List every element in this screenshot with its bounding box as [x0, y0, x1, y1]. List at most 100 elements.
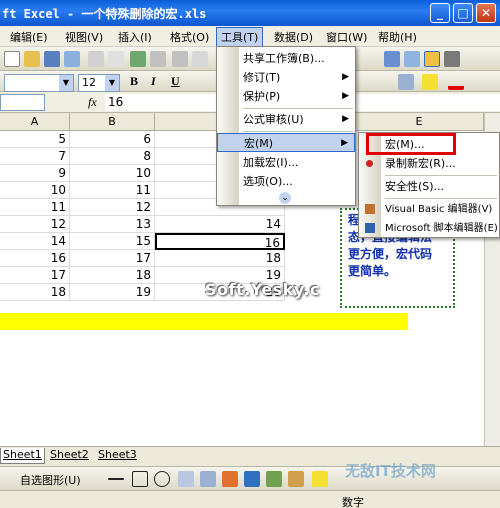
menu-item-label: 加载宏(I)... [243, 156, 299, 169]
fill-color-icon[interactable] [312, 471, 328, 487]
column-header-b[interactable]: B [70, 113, 155, 131]
record-icon [366, 160, 373, 167]
column-header-e[interactable]: E [355, 113, 484, 131]
camera-icon[interactable] [444, 51, 460, 67]
table-cell[interactable]: 7 [0, 148, 70, 165]
table-cell[interactable]: 16 [0, 250, 70, 267]
menu-item-script-editor[interactable]: Microsoft 脚本编辑器(E) [359, 219, 499, 238]
vertical-textbox-icon[interactable] [200, 471, 216, 487]
table-cell[interactable]: 12 [0, 216, 70, 233]
menu-item-label: Microsoft 脚本编辑器(E) [385, 223, 498, 234]
tab-sheet3[interactable]: Sheet3 [96, 448, 139, 464]
note-line: 更简单。 [348, 264, 397, 278]
font-color-icon[interactable] [448, 74, 464, 90]
underline-button[interactable]: U [171, 74, 180, 89]
table-cell[interactable]: 12 [70, 199, 155, 216]
macro-security-icon[interactable] [424, 51, 440, 67]
menu-help[interactable]: 帮助(H) [378, 29, 417, 45]
maximize-button[interactable]: □ [453, 3, 473, 23]
table-cell[interactable]: 17 [70, 250, 155, 267]
menu-item-share-workbook[interactable]: 共享工作簿(B)... [217, 49, 355, 68]
autoshapes-button[interactable]: 自选图形(U) [20, 472, 81, 488]
research-icon[interactable] [150, 51, 166, 67]
menu-view[interactable]: 视图(V) [65, 29, 103, 45]
borders-icon[interactable] [398, 74, 414, 90]
table-cell[interactable]: 18 [155, 250, 285, 267]
menu-data[interactable]: 数据(D) [274, 29, 313, 45]
table-cell[interactable]: 10 [70, 165, 155, 182]
menu-insert[interactable]: 插入(I) [118, 29, 152, 45]
title-bar: ft Excel - 一个特殊删除的宏.xls _ □ ✕ [0, 0, 500, 26]
table-cell[interactable]: 14 [155, 216, 285, 233]
chevron-down-icon: ▼ [105, 75, 119, 91]
table-cell[interactable]: 19 [70, 284, 155, 301]
copy-icon[interactable] [192, 51, 208, 67]
menu-item-protection[interactable]: 保护(P) ▶ [217, 87, 355, 106]
menu-item-record-macro[interactable]: 录制新宏(R)... [359, 154, 499, 173]
font-size-combo[interactable]: 12 ▼ [78, 74, 120, 92]
tab-sheet2[interactable]: Sheet2 [48, 448, 91, 464]
italic-button[interactable]: I [151, 74, 156, 89]
fx-icon[interactable]: fx [88, 95, 97, 110]
minimize-button[interactable]: _ [430, 3, 450, 23]
menu-format[interactable]: 格式(O) [170, 29, 209, 45]
table-cell[interactable]: 17 [0, 267, 70, 284]
table-cell[interactable]: 5 [0, 131, 70, 148]
window-title: ft Excel - 一个特殊删除的宏.xls [2, 7, 207, 21]
fill-color-icon[interactable] [422, 74, 438, 90]
table-cell[interactable]: 13 [70, 216, 155, 233]
open-icon[interactable] [24, 51, 40, 67]
expand-icon[interactable]: ⌄ [279, 192, 291, 204]
tab-sheet1[interactable]: Sheet1 [0, 448, 45, 464]
close-button[interactable]: ✕ [476, 3, 496, 23]
menu-window[interactable]: 窗口(W) [326, 29, 367, 45]
print-preview-icon[interactable] [108, 51, 124, 67]
annotation-highlight-box [366, 133, 456, 155]
wordart-icon[interactable] [222, 471, 238, 487]
table-cell[interactable]: 16 [155, 233, 285, 250]
permission-icon[interactable] [64, 51, 80, 67]
table-cell[interactable]: 14 [0, 233, 70, 250]
chart-wizard-icon[interactable] [384, 51, 400, 67]
vb-editor-icon [365, 204, 375, 214]
table-cell[interactable]: 11 [70, 182, 155, 199]
menu-item-macro[interactable]: 宏(M) ▶ [217, 133, 355, 152]
cut-icon[interactable] [172, 51, 188, 67]
menu-item-security[interactable]: 安全性(S)... [359, 177, 499, 196]
textbox-icon[interactable] [178, 471, 194, 487]
menu-item-label: 公式审核(U) [243, 113, 304, 126]
spelling-icon[interactable] [130, 51, 146, 67]
table-cell[interactable]: 6 [70, 131, 155, 148]
oval-icon[interactable] [154, 471, 170, 487]
menu-item-formula-auditing[interactable]: 公式审核(U) ▶ [217, 110, 355, 129]
print-icon[interactable] [88, 51, 104, 67]
table-cell[interactable]: 11 [0, 199, 70, 216]
column-header-a-label[interactable]: A [0, 113, 70, 131]
menu-item-track-changes[interactable]: 修订(T) ▶ [217, 68, 355, 87]
menu-item-addins[interactable]: 加载宏(I)... [217, 153, 355, 172]
font-name-combo[interactable]: ▼ [4, 74, 74, 92]
table-cell[interactable]: 15 [70, 233, 155, 250]
drawing-icon[interactable] [404, 51, 420, 67]
menu-item-options[interactable]: 选项(O)... [217, 172, 355, 191]
name-box[interactable] [0, 94, 45, 111]
line-icon[interactable] [108, 478, 124, 480]
save-icon[interactable] [44, 51, 60, 67]
table-cell[interactable]: 9 [0, 165, 70, 182]
status-bar: 数字 [0, 490, 500, 508]
menu-tools[interactable]: 工具(T) [216, 27, 264, 47]
diagram-icon[interactable] [244, 471, 260, 487]
menu-item-label: 录制新宏(R)... [385, 157, 456, 170]
menu-bar: 编辑(E) 视图(V) 插入(I) 格式(O) 工具(T) 数据(D) 窗口(W… [0, 26, 500, 47]
bold-button[interactable]: B [130, 74, 138, 89]
clipart-icon[interactable] [266, 471, 282, 487]
table-cell[interactable]: 10 [0, 182, 70, 199]
picture-icon[interactable] [288, 471, 304, 487]
table-cell[interactable]: 18 [0, 284, 70, 301]
table-cell[interactable]: 8 [70, 148, 155, 165]
rectangle-icon[interactable] [132, 471, 148, 487]
menu-edit[interactable]: 编辑(E) [10, 29, 48, 45]
new-icon[interactable] [4, 51, 20, 67]
table-cell[interactable]: 18 [70, 267, 155, 284]
menu-item-vb-editor[interactable]: Visual Basic 编辑器(V) [359, 200, 499, 219]
